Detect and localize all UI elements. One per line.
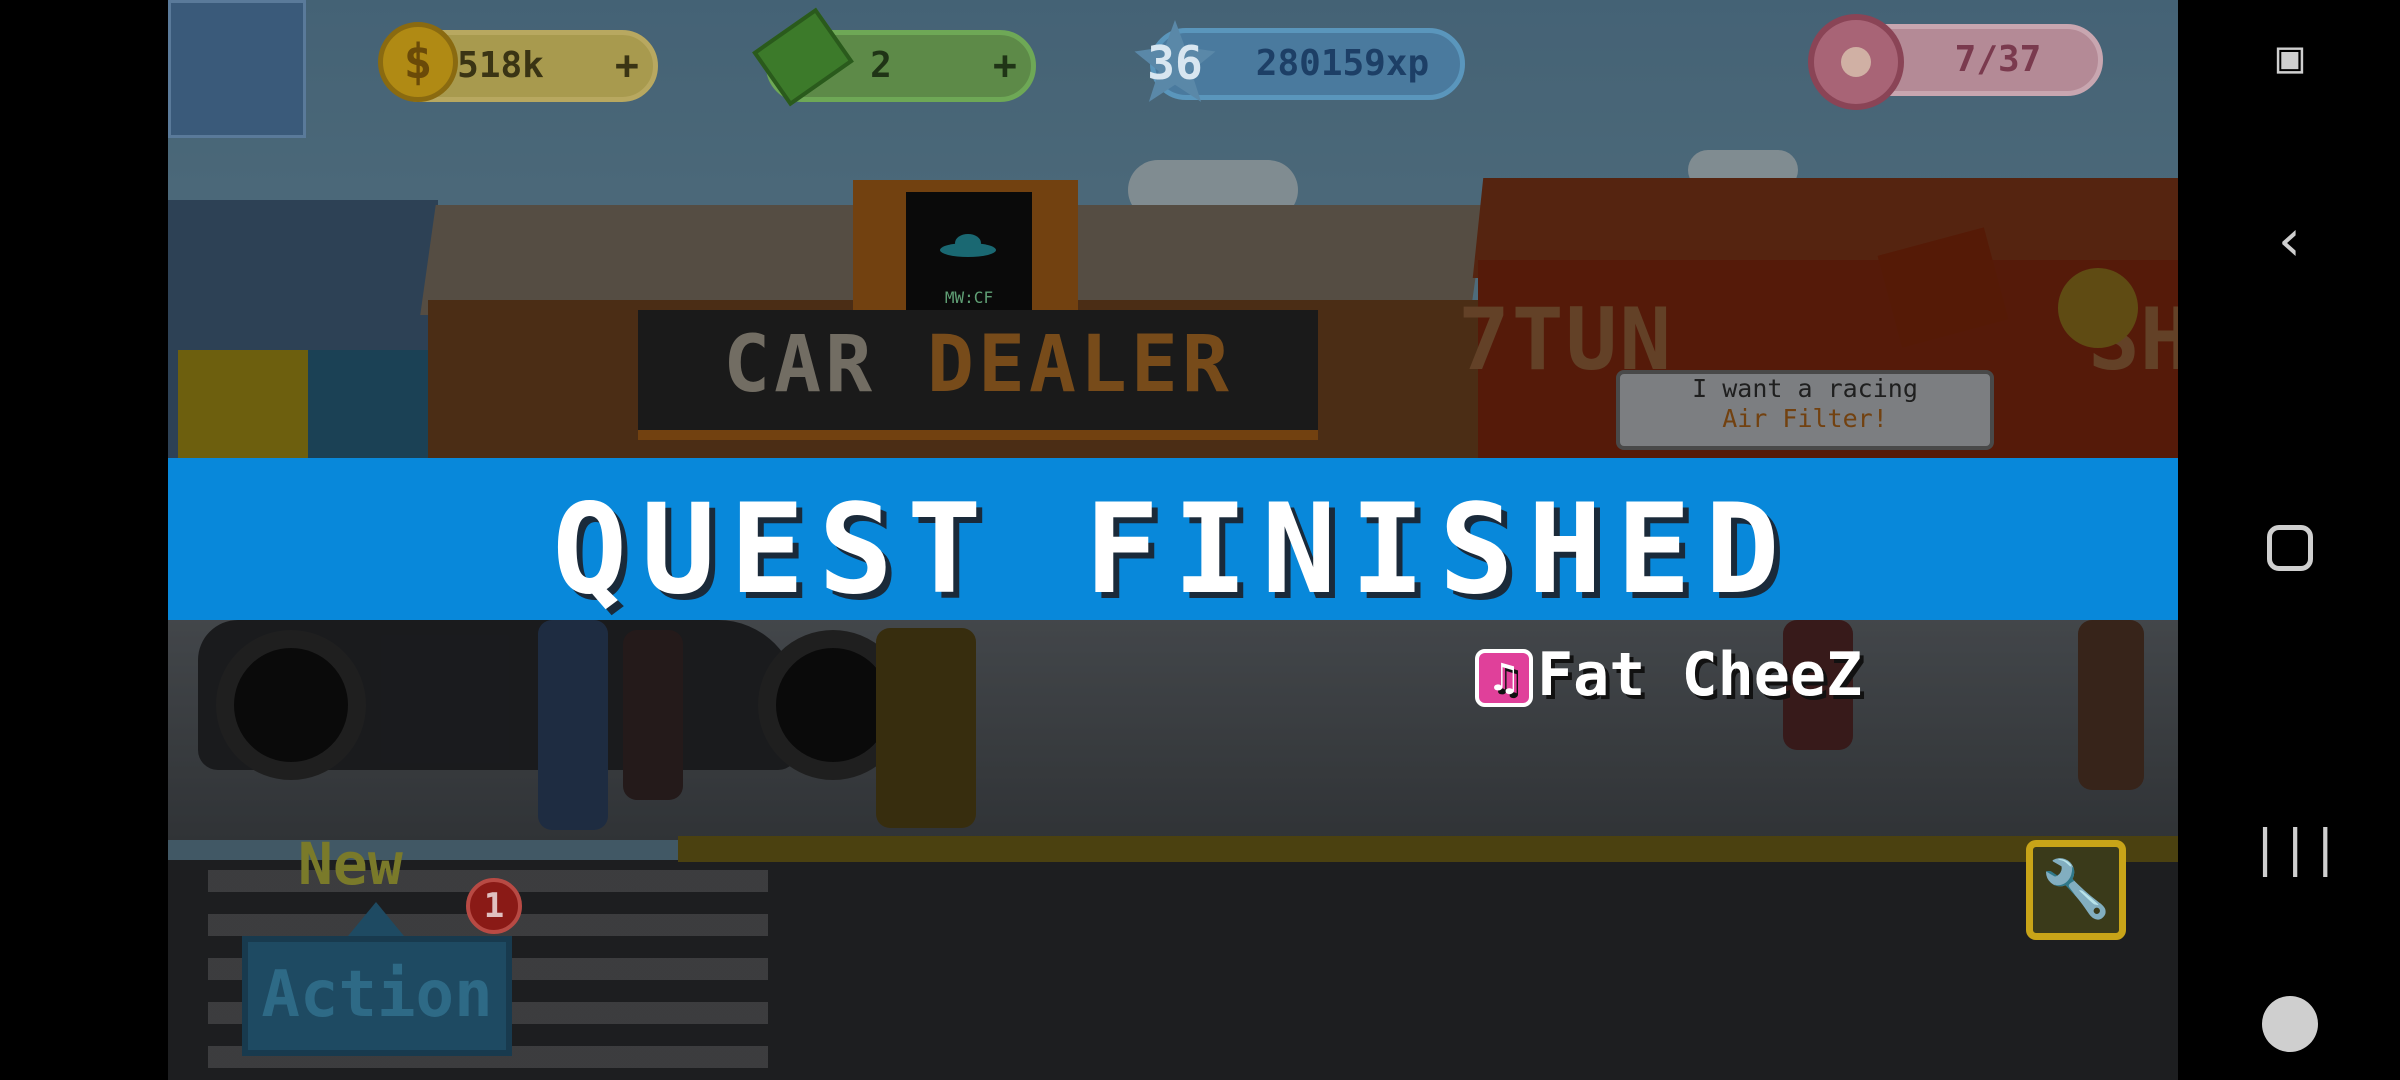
level-number: 36 [1147, 36, 1203, 90]
game-viewport[interactable]: MW:CF CAR DEALER 7TUN SHO I want a racin… [168, 0, 2178, 1080]
wrench-icon: 🔧 [2041, 857, 2111, 922]
action-arrow-icon [348, 902, 404, 936]
coins-plus-icon[interactable]: + [615, 35, 639, 97]
home-icon[interactable] [2250, 504, 2330, 584]
player-avatar[interactable] [168, 0, 306, 138]
donut-hole [1841, 47, 1871, 77]
cash-plus-icon[interactable]: + [993, 35, 1017, 97]
coin-icon: $ [378, 22, 458, 102]
now-playing: ♫ Fat CheeZ [1475, 640, 1862, 710]
system-nav-bar: ▣ ‹ ||| [2178, 0, 2400, 1080]
notification-badge: 1 [466, 878, 522, 934]
quest-banner-title: QUEST FINISHED [552, 478, 1794, 622]
wrench-button[interactable]: 🔧 [2026, 840, 2126, 940]
quest-banner: QUEST FINISHED [168, 458, 2178, 622]
back-icon[interactable]: ‹ [2250, 200, 2330, 280]
track-name: Fat CheeZ [1537, 640, 1863, 710]
xp-value: 280159xp [1255, 43, 1430, 84]
action-button[interactable]: Action [242, 936, 512, 1056]
game-tools-icon[interactable] [2250, 980, 2330, 1060]
new-label: New [298, 830, 403, 898]
screen-lock-touch-icon[interactable]: ▣ [2250, 18, 2330, 98]
quest-progress-value: 7/37 [1954, 39, 2042, 80]
recent-apps-icon[interactable]: ||| [2250, 808, 2340, 888]
music-note-icon: ♫ [1475, 649, 1533, 708]
